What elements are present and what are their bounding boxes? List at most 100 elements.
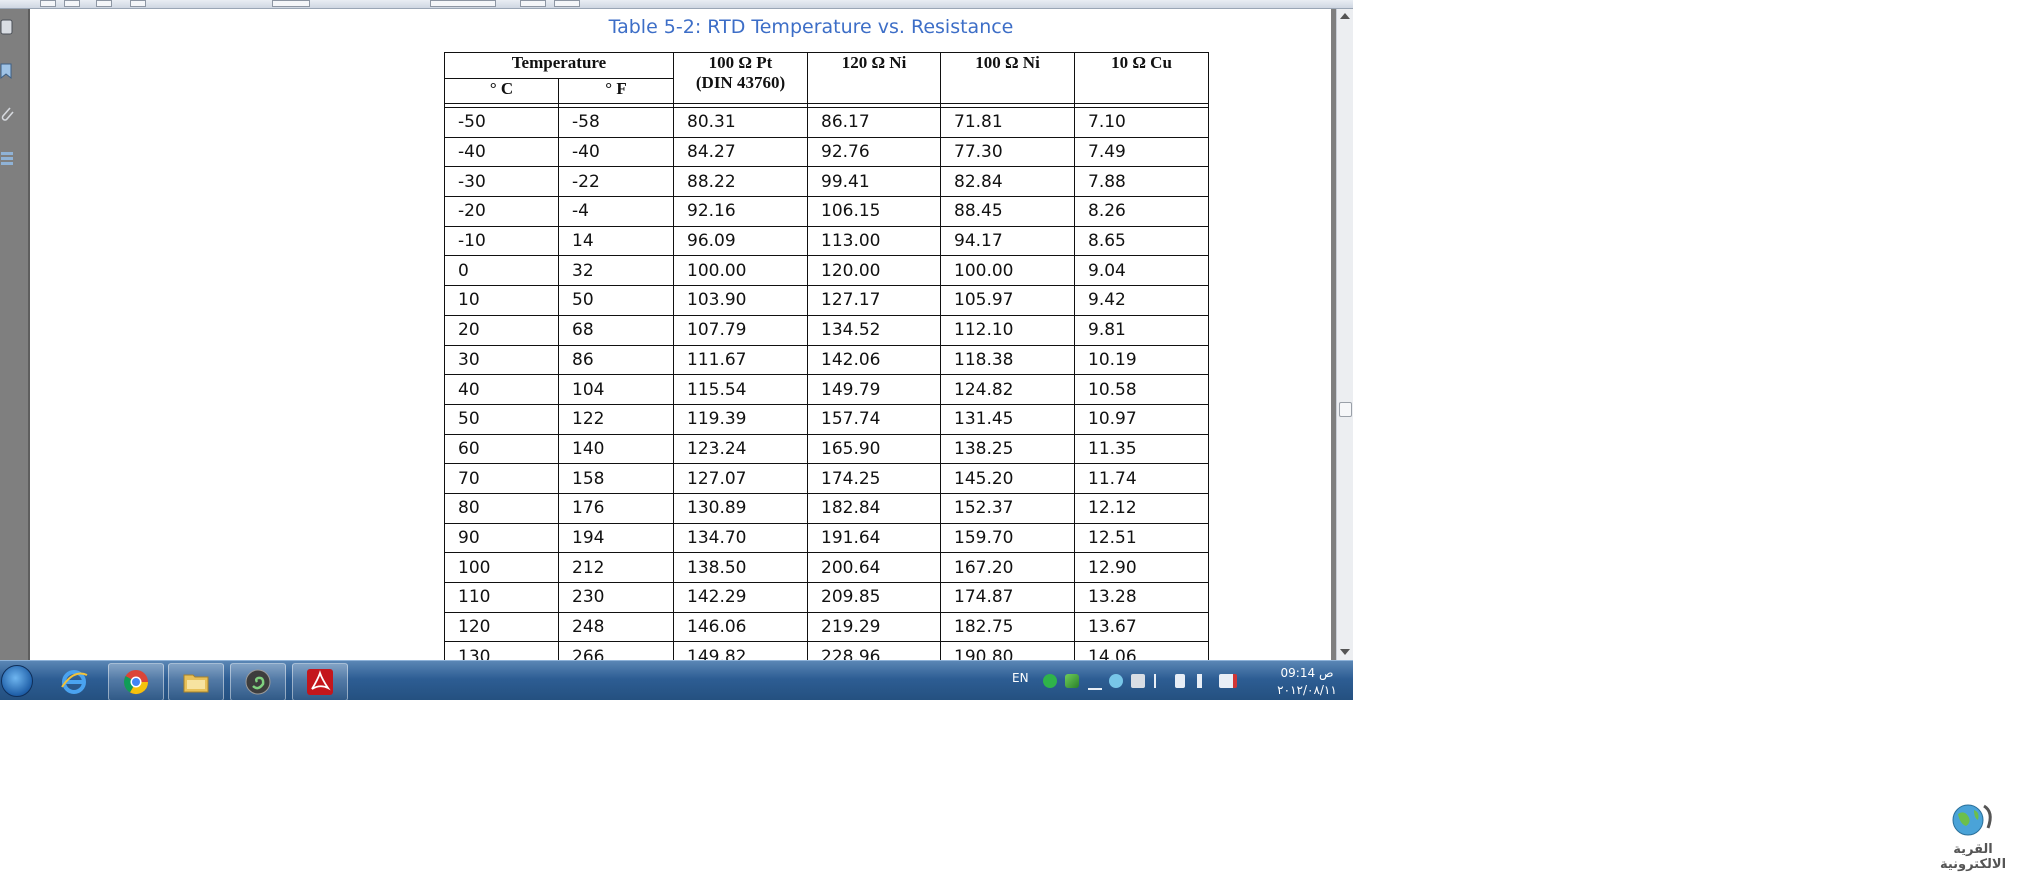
zoom-field[interactable] (430, 0, 496, 7)
table-row: 80 176 130.89 182.84 152.37 12.12 (444, 492, 1209, 524)
scroll-down-icon[interactable] (1340, 649, 1350, 655)
bookmark-icon[interactable] (0, 62, 16, 80)
header-ni100: 100 Ω Ni (940, 52, 1075, 104)
vertical-scrollbar[interactable] (1336, 9, 1353, 660)
table-cell-ni120: 149.79 (807, 374, 941, 405)
table-cell-pt: 123.24 (673, 433, 808, 465)
table-cell-cu: 12.51 (1074, 522, 1209, 554)
table-row: 40 104 115.54 149.79 124.82 10.58 (444, 374, 1209, 405)
file-explorer-icon (183, 674, 209, 693)
document-viewport[interactable]: Table 5-2: RTD Temperature vs. Resistanc… (31, 9, 1331, 660)
scroll-up-icon[interactable] (1340, 13, 1350, 19)
table-cell-f: 140 (558, 433, 674, 465)
table-row: 100 212 138.50 200.64 167.20 12.90 (444, 552, 1209, 583)
table-row: -20 -4 92.16 106.15 88.45 8.26 (444, 196, 1209, 227)
table-cell-ni100: 138.25 (940, 433, 1075, 465)
power-icon[interactable] (1175, 674, 1185, 688)
table-row: -40 -40 84.27 92.76 77.30 7.49 (444, 136, 1209, 168)
table-cell-f: 266 (558, 641, 674, 660)
table-body: -50 -58 80.31 86.17 71.81 7.10 -40 -40 84.27 92.7… (444, 103, 1209, 660)
table-cell-f: 122 (558, 403, 674, 435)
table-cell-pt: 130.89 (673, 492, 808, 524)
toolbar-button[interactable] (554, 0, 580, 7)
taskbar-app-file-explorer[interactable] (168, 663, 224, 700)
table-cell-c: 60 (444, 433, 559, 465)
table-cell-ni120: 113.00 (807, 225, 941, 257)
toolbar-button[interactable] (40, 0, 56, 7)
table-cell-ni100: 71.81 (940, 107, 1075, 138)
table-row: 110 230 142.29 209.85 174.87 13.28 (444, 582, 1209, 613)
table-row: 30 86 111.67 142.06 118.38 10.19 (444, 344, 1209, 376)
table-cell-ni120: 127.17 (807, 285, 941, 316)
taskbar-app-internet-explorer[interactable] (46, 663, 102, 700)
header-cu10: 10 Ω Cu (1074, 52, 1209, 104)
header-temperature: Temperature (444, 52, 674, 79)
table-row: 0 32 100.00 120.00 100.00 9.04 (444, 255, 1209, 287)
language-indicator[interactable]: EN (1012, 671, 1029, 685)
table-cell-pt: 84.27 (673, 136, 808, 168)
table-cell-pt: 134.70 (673, 522, 808, 554)
toolbar-button[interactable] (96, 0, 112, 7)
volume-icon[interactable] (1197, 674, 1216, 688)
security-icon[interactable] (1131, 674, 1145, 688)
table-title: Table 5-2: RTD Temperature vs. Resistanc… (608, 16, 1014, 38)
table-cell-ni100: 167.20 (940, 552, 1075, 583)
taskbar-app-adobe-reader[interactable] (292, 663, 348, 700)
table-cell-f: 158 (558, 463, 674, 494)
table-cell-ni120: 219.29 (807, 611, 941, 643)
table-row: 20 68 107.79 134.52 112.10 9.81 (444, 314, 1209, 346)
table-cell-c: 0 (444, 255, 559, 287)
header-pt100: 100 Ω Pt (DIN 43760) (673, 52, 808, 104)
watermark-logo: القرية الالكترونية (1918, 798, 2028, 872)
clock-date[interactable]: ٢٠١٢/٠٨/١١ (1267, 683, 1347, 697)
table-cell-ni100: 145.20 (940, 463, 1075, 494)
table-cell-cu: 13.67 (1074, 611, 1209, 643)
taskbar-app-chrome[interactable] (108, 663, 164, 700)
table-cell-c: -10 (444, 225, 559, 257)
table-cell-ni120: 157.74 (807, 403, 941, 435)
page-number-field[interactable] (272, 0, 310, 7)
table-cell-ni100: 94.17 (940, 225, 1075, 257)
toolbar-button[interactable] (520, 0, 546, 7)
table-cell-f: 104 (558, 374, 674, 405)
table-cell-ni120: 134.52 (807, 314, 941, 346)
action-center-icon[interactable] (1219, 674, 1237, 688)
signal-icon[interactable] (1088, 674, 1102, 690)
scroll-thumb[interactable] (1339, 402, 1352, 417)
table-row: -10 14 96.09 113.00 94.17 8.65 (444, 225, 1209, 257)
taskbar-app-arabic[interactable] (230, 663, 286, 700)
table-cell-ni120: 174.25 (807, 463, 941, 494)
table-cell-ni120: 120.00 (807, 255, 941, 287)
table-cell-ni100: 174.87 (940, 582, 1075, 613)
globe-icon (1952, 804, 1992, 836)
table-cell-c: 50 (444, 403, 559, 435)
table-cell-ni120: 106.15 (807, 196, 941, 227)
adobe-reader-icon (307, 669, 333, 695)
table-cell-f: 194 (558, 522, 674, 554)
table-cell-cu: 12.90 (1074, 552, 1209, 583)
table-cell-pt: 111.67 (673, 344, 808, 376)
table-cell-c: 90 (444, 522, 559, 554)
layers-icon[interactable] (0, 149, 16, 167)
info-icon[interactable] (1043, 674, 1057, 688)
table-cell-f: -40 (558, 136, 674, 168)
pages-icon[interactable] (0, 19, 16, 37)
update-icon[interactable] (1065, 674, 1079, 688)
clock-time[interactable]: 09:14 ص (1267, 666, 1347, 680)
start-button[interactable] (1, 665, 33, 697)
toolbar-button[interactable] (130, 0, 146, 7)
table-cell-cu: 7.10 (1074, 107, 1209, 138)
table-row: 50 122 119.39 157.74 131.45 10.97 (444, 403, 1209, 435)
attachment-icon[interactable] (0, 105, 16, 123)
network-icon[interactable] (1109, 674, 1123, 688)
header-celsius: ° C (444, 78, 559, 104)
table-cell-f: -58 (558, 107, 674, 138)
toolbar-button[interactable] (64, 0, 80, 7)
table-cell-cu: 7.88 (1074, 166, 1209, 198)
table-cell-c: -20 (444, 196, 559, 227)
bluetooth-icon[interactable] (1154, 674, 1170, 688)
table-cell-ni100: 190.80 (940, 641, 1075, 660)
table-cell-c: 30 (444, 344, 559, 376)
table-row: 130 266 149.82 228.96 190.80 14.06 (444, 641, 1209, 660)
internet-explorer-icon (61, 670, 88, 694)
